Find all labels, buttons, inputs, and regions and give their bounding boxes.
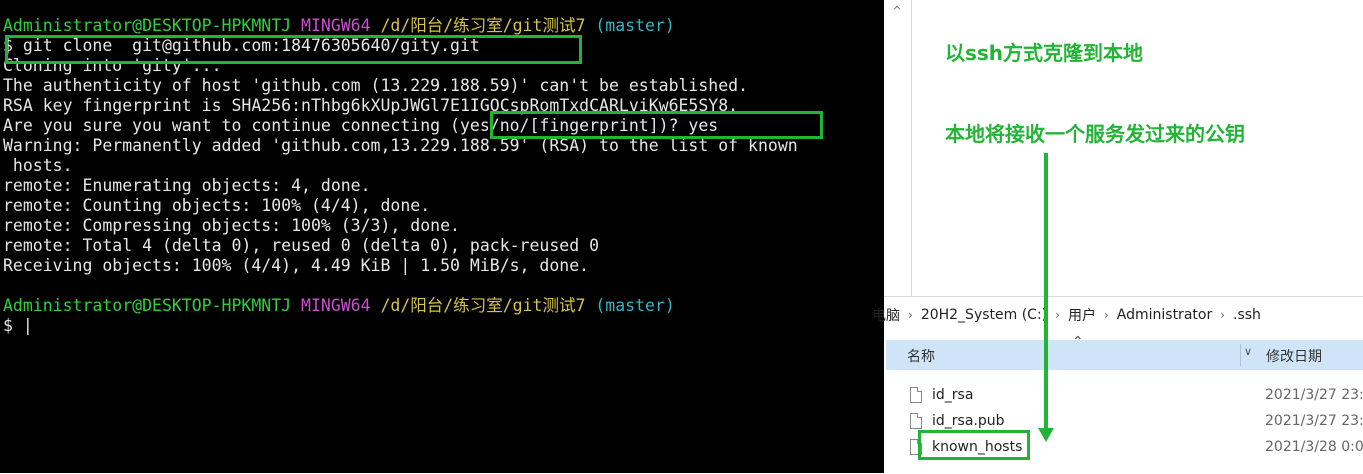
column-header: 名称 ⌃ ∨ 修改日期 xyxy=(886,334,1363,370)
terminal-line: Warning: Permanently added 'github.com,1… xyxy=(3,136,798,156)
terminal-line: remote: Total 4 (delta 0), reused 0 (del… xyxy=(3,236,798,256)
breadcrumb: 电脑 › 20H2_System (C:) › 用户 › Administrator › .ss… xyxy=(872,297,1363,333)
column-divider[interactable] xyxy=(1240,344,1241,366)
file-icon xyxy=(910,413,922,429)
file-name: id_rsa xyxy=(932,387,974,403)
annotation-arrow xyxy=(1044,153,1048,431)
file-icon xyxy=(910,387,922,403)
terminal-line: $ git clone git@github.com:18476305640/g… xyxy=(3,36,798,56)
file-explorer: 电脑 › 20H2_System (C:) › 用户 › Administrator › .ss… xyxy=(872,296,1363,474)
terminal-line: remote: Enumerating objects: 4, done. xyxy=(3,176,798,196)
terminal-window[interactable]: Administrator@DESKTOP-HPKMNTJ MINGW64 /d… xyxy=(0,0,884,473)
breadcrumb-item[interactable]: 20H2_System (C:) xyxy=(921,307,1047,323)
sort-ascending-icon: ⌃ xyxy=(1072,334,1084,350)
terminal-line: hosts. xyxy=(3,156,798,176)
file-icon xyxy=(910,439,922,455)
terminal-text: | xyxy=(22,316,33,335)
column-date-header[interactable]: 修改日期 xyxy=(1266,346,1322,366)
terminal-text: (master) xyxy=(595,16,675,35)
terminal-text: Administrator@DESKTOP-HPKMNTJ xyxy=(3,296,302,315)
terminal-text: Administrator@DESKTOP-HPKMNTJ xyxy=(3,16,302,35)
terminal-text: remote: Enumerating objects: 4, done. xyxy=(3,176,371,195)
terminal-text: MINGW64 xyxy=(301,16,381,35)
terminal-line: Receiving objects: 100% (4/4), 4.49 KiB … xyxy=(3,256,798,276)
chevron-right-icon[interactable]: › xyxy=(908,308,913,322)
breadcrumb-item[interactable]: 电脑 xyxy=(872,305,900,325)
terminal-text: Are you sure you want to continue connec… xyxy=(3,116,719,135)
breadcrumb-item[interactable]: .ssh xyxy=(1233,307,1261,323)
terminal-text: (master) xyxy=(595,296,675,315)
terminal-text: RSA key fingerprint is SHA256:nThbg6kXUp… xyxy=(3,96,739,115)
terminal-line: Administrator@DESKTOP-HPKMNTJ MINGW64 /d… xyxy=(3,296,798,316)
terminal-text: /d/阳台/练习室/git测试7 xyxy=(380,296,596,315)
column-name-header[interactable]: 名称 xyxy=(907,346,935,366)
terminal-text: $ git clone git@github.com:18476305640/g… xyxy=(3,36,480,55)
terminal-line: RSA key fingerprint is SHA256:nThbg6kXUp… xyxy=(3,96,798,116)
terminal-line: Cloning into 'gity'... xyxy=(3,56,798,76)
terminal-text: Cloning into 'gity'... xyxy=(3,56,222,75)
scrollbar[interactable]: ^ xyxy=(884,0,912,296)
terminal-line: Administrator@DESKTOP-HPKMNTJ MINGW64 /d… xyxy=(3,16,798,36)
file-date: 2021/3/27 23: xyxy=(1265,413,1363,429)
terminal-text: Warning: Permanently added 'github.com,1… xyxy=(3,136,798,155)
terminal-text: The authenticity of host 'github.com (13… xyxy=(3,76,749,95)
terminal-output: Administrator@DESKTOP-HPKMNTJ MINGW64 /d… xyxy=(3,16,798,336)
file-row-known-hosts[interactable]: known_hosts 2021/3/28 0:0 xyxy=(884,437,1363,461)
terminal-text: remote: Counting objects: 100% (4/4), do… xyxy=(3,196,431,215)
terminal-text: $ xyxy=(3,316,23,335)
arrow-down-icon xyxy=(1038,428,1054,442)
file-date: 2021/3/28 0:0 xyxy=(1265,439,1363,455)
file-name: known_hosts xyxy=(932,439,1023,455)
terminal-line: remote: Counting objects: 100% (4/4), do… xyxy=(3,196,798,216)
terminal-text: hosts. xyxy=(3,156,73,175)
annotation-clone-note: 以ssh方式克隆到本地 xyxy=(945,41,1144,65)
terminal-line: Are you sure you want to continue connec… xyxy=(3,116,798,136)
file-row-id-rsa[interactable]: id_rsa 2021/3/27 23: xyxy=(884,385,1363,409)
file-name: id_rsa.pub xyxy=(932,413,1005,429)
terminal-text: /d/阳台/练习室/git测试7 xyxy=(380,16,596,35)
terminal-line: $ | xyxy=(3,316,798,336)
file-date: 2021/3/27 23: xyxy=(1265,387,1363,403)
terminal-line: remote: Compressing objects: 100% (3/3),… xyxy=(3,216,798,236)
file-row-id-rsa-pub[interactable]: id_rsa.pub 2021/3/27 23: xyxy=(884,411,1363,435)
breadcrumb-item[interactable]: 用户 xyxy=(1068,305,1096,325)
annotation-key-note: 本地将接收一个服务发过来的公钥 xyxy=(945,122,1245,146)
terminal-line: The authenticity of host 'github.com (13… xyxy=(3,76,798,96)
chevron-right-icon[interactable]: › xyxy=(1220,308,1225,322)
scroll-up-icon[interactable]: ^ xyxy=(892,4,902,18)
chevron-right-icon[interactable]: › xyxy=(1055,308,1060,322)
terminal-text: remote: Total 4 (delta 0), reused 0 (del… xyxy=(3,236,600,255)
breadcrumb-item[interactable]: Administrator xyxy=(1117,307,1212,323)
terminal-text: MINGW64 xyxy=(301,296,381,315)
chevron-right-icon[interactable]: › xyxy=(1104,308,1109,322)
terminal-text: remote: Compressing objects: 100% (3/3),… xyxy=(3,216,460,235)
chevron-down-icon[interactable]: ∨ xyxy=(1244,345,1252,358)
terminal-text: Receiving objects: 100% (4/4), 4.49 KiB … xyxy=(3,256,590,275)
